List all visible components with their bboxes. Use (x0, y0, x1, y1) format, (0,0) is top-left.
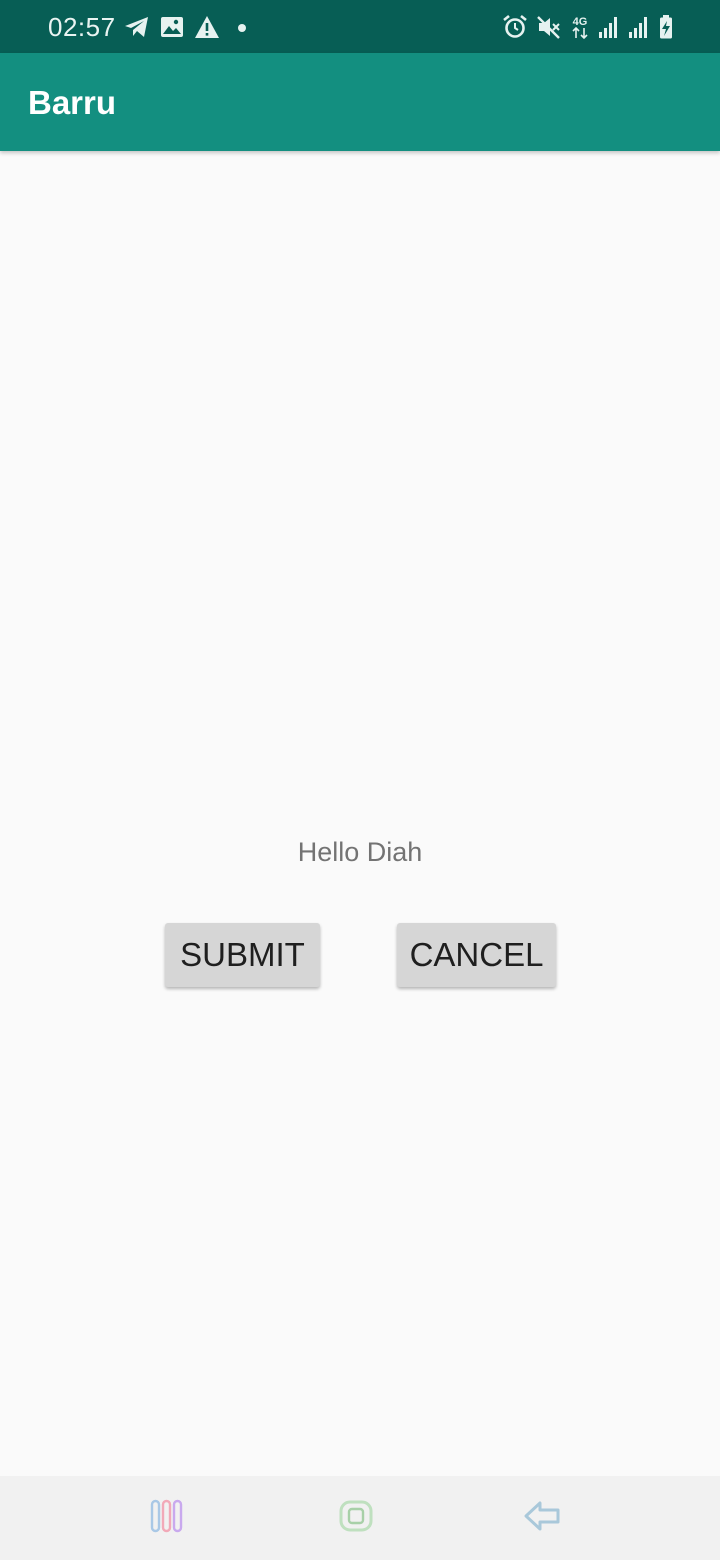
greeting-text: Hello Diah (297, 837, 423, 867)
home-icon (335, 1498, 375, 1539)
battery-charging-icon (658, 14, 674, 40)
app-bar: Barru (0, 53, 720, 151)
dot-icon (230, 15, 252, 39)
status-bar: 02:57 4G (0, 0, 720, 53)
notification-icons (124, 14, 252, 40)
system-status-icons: 4G (502, 14, 674, 40)
network-label: 4G (573, 16, 588, 28)
back-button[interactable] (520, 1498, 564, 1538)
image-icon (160, 16, 184, 38)
signal-icon (628, 15, 650, 39)
home-button[interactable] (333, 1498, 377, 1538)
cancel-button[interactable]: CANCEL (397, 923, 556, 987)
app-title: Barru (28, 84, 117, 121)
signal-icon (598, 15, 620, 39)
alarm-icon (502, 14, 528, 40)
recents-icon (148, 1498, 188, 1539)
navigation-bar (0, 1476, 720, 1560)
status-time: 02:57 (48, 12, 116, 42)
mute-icon (536, 14, 562, 40)
back-icon (522, 1498, 562, 1539)
recents-button[interactable] (146, 1498, 190, 1538)
main-content: Hello Diah SUBMIT CANCEL (0, 151, 720, 1476)
network-4g-icon: 4G (570, 14, 590, 40)
warning-icon (194, 15, 220, 39)
submit-button[interactable]: SUBMIT (165, 923, 320, 987)
telegram-icon (124, 15, 150, 39)
